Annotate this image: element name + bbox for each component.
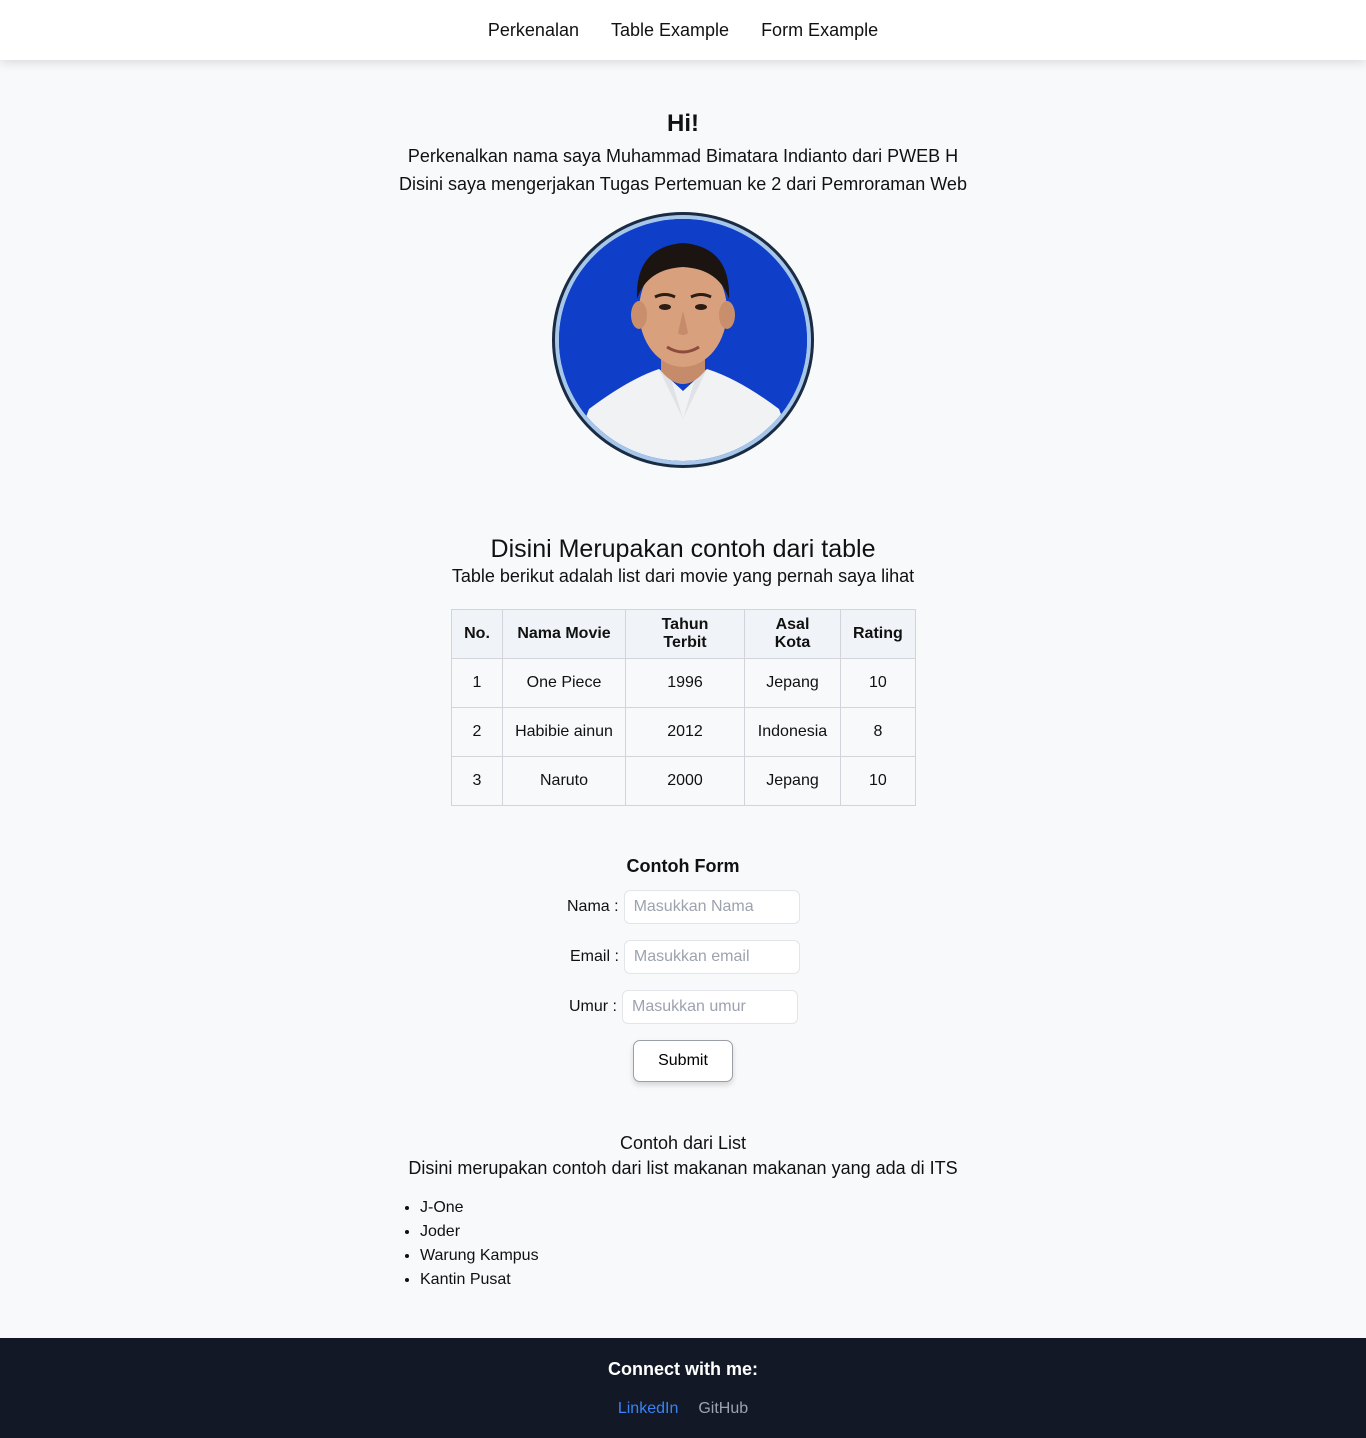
table-cell: 1996 [625,658,745,708]
column-header-no: No. [451,609,503,659]
nav-link-form-example[interactable]: Form Example [761,20,878,41]
table-cell: Indonesia [744,707,841,757]
list-item: J-One [420,1196,539,1220]
nav-link-perkenalan[interactable]: Perkenalan [488,20,579,41]
submit-button[interactable]: Submit [633,1040,733,1082]
linkedin-link[interactable]: LinkedIn [618,1400,679,1418]
table-cell: 2 [451,707,503,757]
table-cell: Habibie ainun [502,707,626,757]
table-cell: Jepang [744,756,841,806]
table-section-subtitle: Table berikut adalah list dari movie yan… [451,566,915,586]
nav-link-table-example[interactable]: Table Example [611,20,729,41]
table-section-title: Disini Merupakan contoh dari table [490,535,876,563]
list-item: Kantin Pusat [420,1268,539,1292]
table-row: 2 Habibie ainun 2012 Indonesia 8 [451,707,916,757]
intro-line-2: Disini saya mengerjakan Tugas Pertemuan … [399,174,967,194]
table-cell: One Piece [502,658,626,708]
table-cell: 10 [840,756,916,806]
table-row: 1 One Piece 1996 Jepang 10 [451,658,916,708]
email-row: Email : [570,940,800,974]
intro-greeting: Hi! [667,110,699,137]
movie-table: No. Nama Movie Tahun Terbit Asal Kota Ra… [451,609,916,806]
column-header-rating: Rating [840,609,916,659]
github-link[interactable]: GitHub [698,1400,748,1418]
nama-label: Nama : [567,898,619,915]
table-row: 3 Naruto 2000 Jepang 10 [451,756,916,806]
table-cell: Naruto [502,756,626,806]
footer: Connect with me: LinkedIn GitHub [0,1338,1366,1438]
table-cell: 2000 [625,756,745,806]
table-cell: 3 [451,756,503,806]
food-list: J-One Joder Warung Kampus Kantin Pusat [420,1196,539,1292]
email-label: Email : [570,948,619,965]
table-header-row: No. Nama Movie Tahun Terbit Asal Kota Ra… [451,609,916,659]
footer-links: LinkedIn GitHub [0,1400,1366,1418]
list-section: Contoh dari List Disini merupakan contoh… [0,1133,1366,1288]
umur-row: Umur : [569,990,798,1024]
umur-input[interactable] [622,990,798,1024]
email-input[interactable] [623,940,800,974]
table-cell: 1 [451,658,503,708]
umur-label: Umur : [569,998,617,1015]
list-section-title: Contoh dari List [619,1133,747,1153]
table-cell: 2012 [625,707,745,757]
intro-line-1: Perkenalkan nama saya Muhammad Bimatara … [407,146,959,166]
footer-title: Connect with me: [607,1359,758,1379]
form-section: Contoh Form Nama : Email : Umur : Submit [0,856,1366,1082]
nama-row: Nama : [567,890,800,924]
profile-person-illustration [559,219,807,461]
list-section-subtitle: Disini merupakan contoh dari list makana… [408,1158,958,1178]
list-item: Warung Kampus [420,1244,539,1268]
profile-photo [555,215,811,465]
column-header-tahun-terbit: Tahun Terbit [625,609,745,659]
top-navbar: Perkenalan Table Example Form Example [0,0,1366,60]
profile-photo-frame [552,212,814,468]
table-section: Disini Merupakan contoh dari table Table… [0,535,1366,806]
column-header-nama-movie: Nama Movie [502,609,626,659]
form-title: Contoh Form [626,856,740,876]
table-cell: Jepang [744,658,841,708]
list-item: Joder [420,1220,539,1244]
table-cell: 8 [840,707,916,757]
nama-input[interactable] [623,890,800,924]
table-cell: 10 [840,658,916,708]
column-header-asal-kota: Asal Kota [744,609,841,659]
intro-section: Hi! Perkenalkan nama saya Muhammad Bimat… [0,110,1366,198]
